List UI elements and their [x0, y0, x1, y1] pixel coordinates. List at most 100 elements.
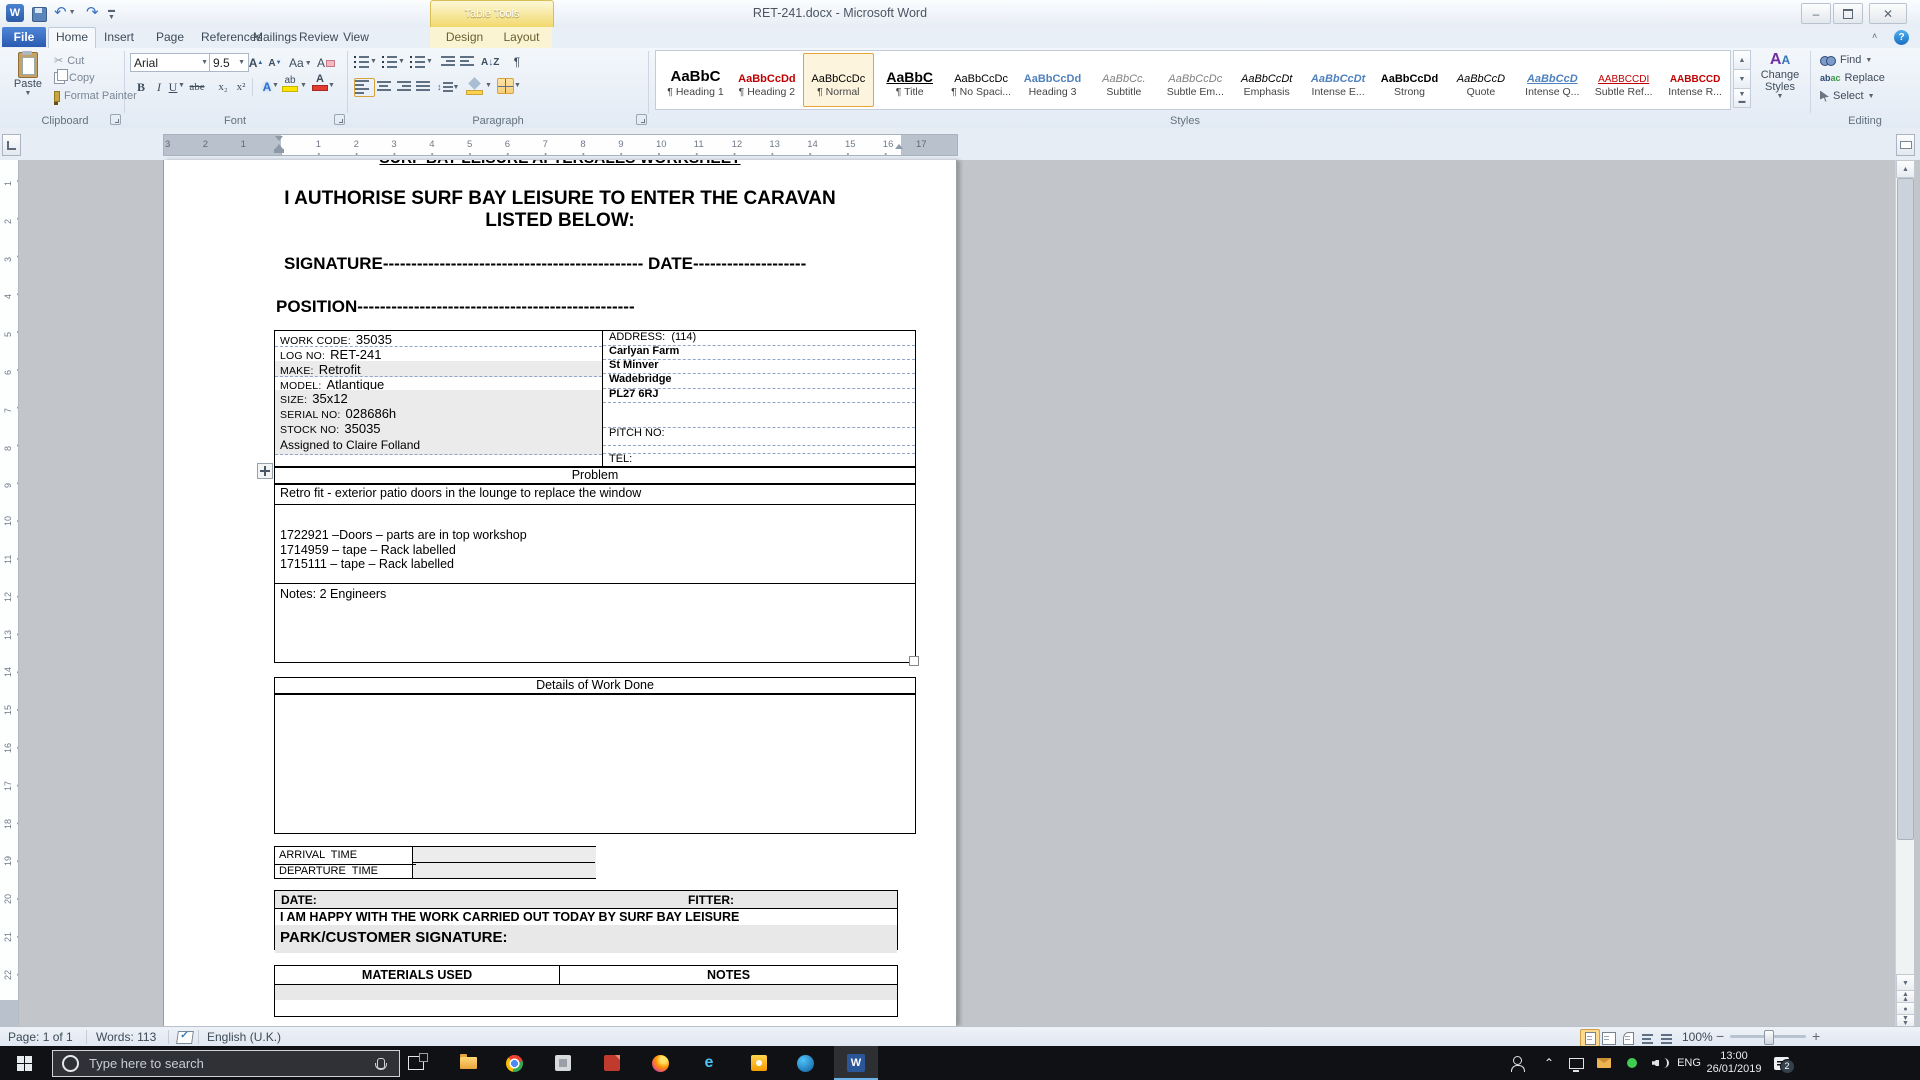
zoom-in-button[interactable]: + [1812, 1028, 1820, 1044]
font-size-select[interactable]: 9.5▼ [209, 53, 249, 72]
document-page[interactable]: SURF BAY LEISURE AFTERSALES WORKSHEET I … [163, 160, 957, 1026]
spellcheck-icon[interactable]: ✓ [176, 1031, 194, 1044]
minimize-ribbon-icon[interactable]: ˄ [1872, 31, 1877, 41]
people-icon[interactable] [1500, 1046, 1534, 1080]
style-chip-no-spaci[interactable]: AaBbCcDc¶ No Spaci... [946, 53, 1017, 107]
clock[interactable]: 13:00 26/01/2019 [1704, 1046, 1764, 1080]
tab-references[interactable]: References [201, 27, 249, 47]
style-chip-subtle-ref[interactable]: AABBCCDISubtle Ref... [1588, 53, 1659, 107]
style-chip-heading-3[interactable]: AaBbCcDdHeading 3 [1017, 53, 1088, 107]
highlight-dropdown[interactable]: ▼ [300, 82, 307, 89]
vertical-scrollbar[interactable]: ▲ ▼ ▲▲ ● ▼▼ [1895, 160, 1914, 1026]
tray-expand-icon[interactable]: ⌃ [1536, 1046, 1562, 1080]
first-line-indent-marker[interactable] [275, 136, 283, 141]
left-indent-marker[interactable] [274, 149, 284, 153]
font-family-select[interactable]: Arial▼ [130, 53, 212, 72]
notes-cell[interactable]: Notes: 2 Engineers [275, 583, 915, 662]
taskbar-app-task-view[interactable] [394, 1046, 438, 1080]
outline-view-button[interactable] [1637, 1029, 1657, 1047]
tab-design[interactable]: Design [437, 27, 492, 47]
style-chip-intense-r[interactable]: AABBCCDIntense R... [1660, 53, 1731, 107]
problem-table[interactable]: Retro fit - exterior patio doors in the … [274, 483, 916, 663]
details-body-cell[interactable] [274, 693, 916, 834]
taskbar-app-word[interactable]: W [834, 1046, 878, 1080]
view-ruler-button[interactable] [1896, 134, 1915, 156]
sort-button[interactable]: A↓Z [480, 52, 500, 72]
scroll-up-button[interactable]: ▲ [1896, 160, 1915, 178]
replace-button[interactable]: abacReplace [1820, 72, 1885, 84]
help-icon[interactable]: ? [1894, 30, 1909, 45]
paragraph-dialog-launcher[interactable] [636, 114, 647, 125]
clear-formatting-button[interactable]: A [316, 53, 336, 73]
status-dot-icon[interactable] [1618, 1046, 1646, 1080]
style-chip-title[interactable]: AaBbC¶ Title [874, 53, 945, 107]
text-effects-dropdown[interactable]: ▼ [272, 82, 279, 89]
style-chip-intense-q[interactable]: AaBbCcDIntense Q... [1517, 53, 1588, 107]
highlight-button[interactable]: ab [282, 76, 298, 92]
shrink-font-button[interactable]: A▼ [266, 53, 284, 73]
line-spacing-button[interactable]: ↕▼ [436, 77, 460, 97]
align-left-button[interactable] [354, 78, 375, 97]
info-row-size[interactable]: SIZE:35x12 [275, 390, 602, 406]
style-chip-subtle-em[interactable]: AaBbCcDcSubtle Em... [1160, 53, 1231, 107]
problem-description-cell[interactable]: Retro fit - exterior patio doors in the … [275, 484, 915, 505]
grow-font-button[interactable]: A▲ [247, 53, 265, 73]
start-button[interactable] [0, 1046, 48, 1080]
info-row-work-code[interactable]: WORK CODE:35035 [275, 331, 602, 347]
paste-button[interactable]: Paste▼ [6, 51, 50, 117]
clipboard-dialog-launcher[interactable] [110, 114, 121, 125]
font-color-button[interactable]: A [312, 75, 328, 91]
underline-dropdown[interactable]: ▼ [178, 82, 185, 89]
scrollbar-thumb[interactable] [1897, 178, 1914, 840]
strikethrough-button[interactable]: abe [188, 77, 206, 97]
find-button[interactable]: Find▼ [1820, 54, 1872, 66]
gallery-up-button[interactable]: ▲ [1733, 50, 1751, 70]
info-row-make[interactable]: MAKE:Retrofit [275, 361, 602, 377]
tab-view[interactable]: View [340, 27, 372, 47]
multilevel-list-dropdown[interactable]: ▼ [426, 58, 433, 65]
show-marks-button[interactable]: ¶ [508, 52, 526, 72]
taskbar-app-file-explorer[interactable] [446, 1046, 490, 1080]
font-dialog-launcher[interactable] [334, 114, 345, 125]
tab-home[interactable]: Home [48, 27, 96, 48]
align-right-button[interactable] [396, 80, 411, 93]
copy-button[interactable]: Copy [54, 72, 95, 84]
table-move-handle-icon[interactable] [257, 463, 273, 479]
zoom-level[interactable]: 100% [1682, 1030, 1713, 1044]
page-indicator[interactable]: Page: 1 of 1 [8, 1030, 73, 1044]
taskbar-app-firefox[interactable] [638, 1046, 682, 1080]
mail-icon[interactable] [1590, 1046, 1618, 1080]
info-row-serial-no[interactable]: SERIAL NO:028686h [275, 405, 602, 421]
cut-button[interactable]: ✂Cut [54, 54, 84, 67]
minimize-button[interactable]: – [1801, 3, 1831, 24]
language-tray-indicator[interactable]: ENG [1674, 1046, 1704, 1080]
notification-icon[interactable]: 2 [1766, 1046, 1796, 1080]
word-count[interactable]: Words: 113 [96, 1030, 156, 1044]
taskbar-app-app-yellow[interactable] [737, 1046, 781, 1080]
style-chip-subtitle[interactable]: AaBbCc.Subtitle [1088, 53, 1159, 107]
language-indicator[interactable]: English (U.K.) [207, 1030, 281, 1044]
taskbar-app-chrome[interactable] [492, 1046, 536, 1080]
decrease-indent-button[interactable] [440, 55, 455, 68]
table-resize-handle[interactable] [909, 656, 919, 666]
change-styles-button[interactable]: AA Change Styles▼ [1752, 50, 1808, 114]
network-icon[interactable] [1562, 1046, 1590, 1080]
tab-mailings[interactable]: Mailings [253, 27, 295, 47]
select-button[interactable]: Select▼ [1820, 90, 1875, 102]
subscript-button[interactable]: x₂ [214, 77, 232, 97]
numbering-button[interactable] [382, 55, 397, 68]
info-row-stock-no[interactable]: STOCK NO:35035Assigned to Claire Folland [275, 420, 602, 455]
print-layout-view-button[interactable] [1580, 1029, 1600, 1047]
shading-icon[interactable] [468, 77, 481, 90]
zoom-slider-thumb[interactable] [1764, 1030, 1774, 1045]
change-case-button[interactable]: Aa▼ [288, 53, 313, 73]
font-color-dropdown[interactable]: ▼ [328, 82, 335, 89]
bold-button[interactable]: B [132, 77, 150, 97]
increase-indent-button[interactable] [460, 55, 475, 68]
web-layout-view-button[interactable] [1618, 1029, 1638, 1047]
style-chip-strong[interactable]: AaBbCcDdStrong [1374, 53, 1445, 107]
borders-dropdown[interactable]: ▼ [514, 82, 521, 89]
justify-button[interactable] [416, 80, 431, 93]
style-chip-intense-e[interactable]: AaBbCcDtIntense E... [1303, 53, 1374, 107]
multilevel-list-button[interactable] [410, 55, 425, 68]
